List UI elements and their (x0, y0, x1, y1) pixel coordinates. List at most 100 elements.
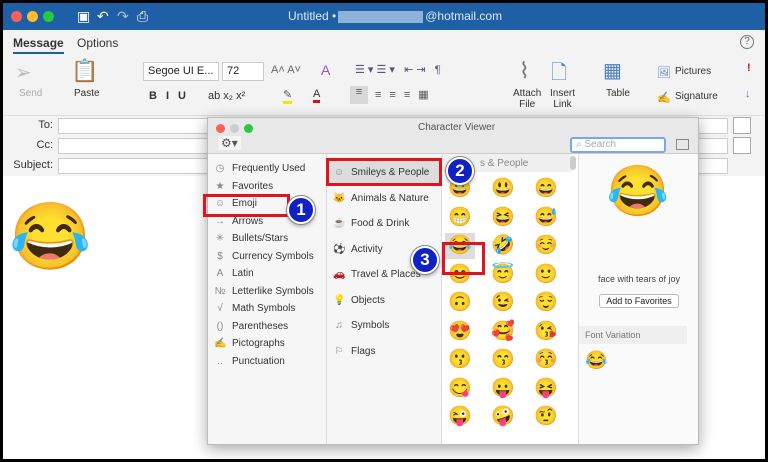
emoji-cell[interactable]: 🤪 (488, 404, 518, 430)
paste-icon[interactable]: 📋 (71, 58, 98, 84)
help-icon[interactable]: ? (740, 35, 754, 49)
emoji-cell[interactable]: 🤣 (488, 233, 518, 259)
signature-icon[interactable]: ✍ (657, 91, 671, 104)
emoji-cell[interactable]: ☺️ (531, 233, 561, 259)
pictures-icon[interactable]: 🖼 (657, 66, 671, 79)
category-item[interactable]: ‥ Punctuation (214, 353, 285, 370)
category-item[interactable]: √ Math Symbols (214, 300, 295, 317)
subcategory-item[interactable]: 🚗 Travel & Places (333, 266, 421, 283)
scrollbar[interactable] (570, 156, 576, 170)
print-icon[interactable]: ⎙ (137, 8, 148, 25)
insert-link-icon[interactable]: 🗋 (551, 58, 567, 92)
emoji-cell[interactable]: 😍 (445, 319, 475, 345)
emoji-cell[interactable]: 🤨 (531, 404, 561, 430)
signature-button[interactable]: Signature (675, 91, 718, 102)
category-item[interactable]: ✍ Pictographs (214, 335, 285, 352)
importance-low-icon[interactable]: ↓ (745, 88, 751, 100)
emoji-cell[interactable]: 😄 (531, 176, 561, 202)
category-icon: ★ (215, 180, 225, 192)
list-icons[interactable]: ☰ ▾ ☰ ▾ ⇤ ⇥ ¶ (355, 63, 441, 76)
align-icons[interactable]: ≡≡≡▦ (375, 88, 437, 101)
subcategory-item[interactable]: ⚽ Activity (333, 241, 383, 258)
subcategory-list: ☺ Smileys & People 🐱 Animals & Nature ☕ Food … (327, 154, 442, 444)
emoji-cell[interactable]: 😋 (445, 376, 475, 402)
attach-line1: Attach (513, 88, 542, 99)
emoji-cell[interactable]: 😃 (488, 176, 518, 202)
format-buttons[interactable]: BIU (149, 90, 195, 102)
category-icon: () (216, 320, 224, 332)
subcategory-item[interactable]: ☕ Food & Drink (333, 215, 409, 232)
emoji-cell[interactable]: 🙂 (531, 262, 561, 288)
ribbon-tabs: Message Options ? (3, 30, 765, 54)
attach-icon[interactable]: ⌇ (519, 58, 530, 84)
category-item[interactable]: № Letterlike Symbols (214, 283, 314, 300)
font-size-select[interactable]: 72 (222, 62, 264, 81)
category-label: Favorites (232, 180, 274, 192)
emoji-cell[interactable]: 😘 (531, 319, 561, 345)
category-icon: ✳ (215, 233, 225, 244)
clear-format-icon[interactable]: A (321, 62, 330, 78)
category-item[interactable]: A Latin (214, 265, 254, 282)
emoji-cell[interactable]: 🥰 (488, 319, 518, 345)
step-badge-2: 2 (446, 157, 474, 185)
emoji-cell[interactable]: 😁 (445, 205, 475, 231)
cc-contacts-button[interactable] (733, 137, 751, 154)
undo-icon[interactable]: ↶ (97, 8, 109, 25)
emoji-cell[interactable]: 🙃 (445, 290, 475, 316)
send-label: Send (19, 88, 43, 99)
subcategory-item[interactable]: 🐱 Animals & Nature (333, 190, 429, 207)
gear-icon[interactable]: ⚙▾ (218, 136, 241, 150)
emoji-cell[interactable]: 😛 (488, 376, 518, 402)
pictures-button[interactable]: Pictures (675, 66, 711, 77)
tab-options[interactable]: Options (77, 36, 118, 50)
font-variation-emoji[interactable]: 😂 (585, 350, 607, 371)
font-select[interactable]: Segoe UI E... (143, 62, 219, 81)
highlight-icon[interactable]: ✎ (283, 88, 293, 104)
cv-close-button[interactable] (216, 124, 225, 133)
subcategory-item[interactable]: ⚐ Flags (333, 343, 376, 360)
to-contacts-button[interactable] (733, 117, 751, 134)
align-left-icon[interactable]: ≡ (350, 86, 368, 104)
emoji-cell[interactable]: 😝 (531, 376, 561, 402)
step-badge-3: 3 (411, 246, 439, 274)
close-button[interactable] (11, 11, 22, 22)
strike-sub-sup-icons[interactable]: ab x₂ x² (208, 90, 245, 102)
category-item[interactable]: ◷ Frequently Used (214, 160, 306, 177)
importance-high-icon[interactable]: ! (747, 62, 751, 74)
category-item[interactable]: ★ Favorites (214, 178, 274, 195)
zoom-button[interactable] (43, 11, 54, 22)
emoji-cell[interactable]: 😚 (531, 347, 561, 373)
emoji-cell[interactable]: 😌 (531, 290, 561, 316)
save-icon[interactable]: ▣ (77, 8, 90, 25)
emoji-cell[interactable]: 😗 (445, 347, 475, 373)
cv-title: Character Viewer (418, 122, 496, 133)
category-item[interactable]: $ Currency Symbols (214, 248, 313, 265)
emoji-cell[interactable]: 😆 (488, 205, 518, 231)
minimize-button[interactable] (27, 11, 38, 22)
ribbon: ➢ Send 📋 Paste Segoe UI E... 72 A˄ A˅ A … (3, 54, 765, 116)
toggle-panel-icon[interactable] (676, 139, 689, 150)
subcategory-item[interactable]: 💡 Objects (333, 292, 385, 309)
emoji-cell[interactable]: 😙 (488, 347, 518, 373)
table-icon[interactable]: ▦ (603, 58, 622, 83)
send-icon[interactable]: ➢ (15, 60, 32, 85)
add-to-favorites-button[interactable]: Add to Favorites (599, 294, 679, 308)
emoji-cell[interactable]: 😉 (488, 290, 518, 316)
cv-minimize-button[interactable] (230, 124, 239, 133)
subcategory-icon: ⚐ (334, 345, 344, 357)
category-icon: √ (217, 303, 223, 314)
category-icon: → (215, 215, 225, 227)
emoji-cell[interactable]: 😅 (531, 205, 561, 231)
search-input[interactable]: ⌕ Search (570, 137, 666, 153)
emoji-cell[interactable]: 😜 (445, 404, 475, 430)
subcategory-item[interactable]: ♫ Symbols (333, 317, 389, 334)
emoji-cell[interactable]: 😇 (488, 262, 518, 288)
font-color-icon[interactable]: A (313, 88, 321, 103)
tab-message[interactable]: Message (13, 36, 64, 54)
redo-icon[interactable]: ↷ (117, 8, 129, 25)
category-icon: $ (217, 250, 223, 262)
grow-font-icon[interactable]: A˄ A˅ (271, 64, 301, 76)
cv-zoom-button[interactable] (244, 124, 253, 133)
category-item[interactable]: ✳ Bullets/Stars (214, 230, 288, 247)
category-item[interactable]: () Parentheses (214, 318, 289, 335)
